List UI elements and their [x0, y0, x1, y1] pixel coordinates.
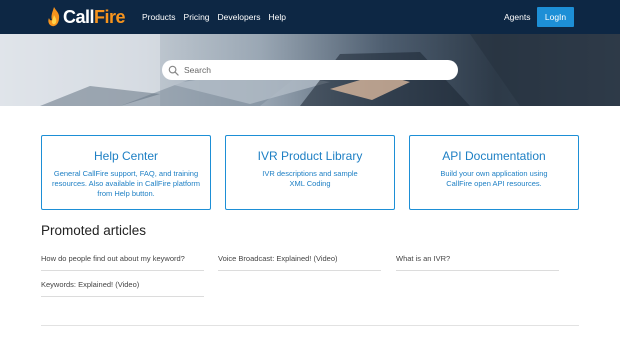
search-icon — [168, 65, 179, 76]
card-help-center[interactable]: Help Center General CallFire support, FA… — [41, 135, 211, 210]
card-api-documentation[interactable]: API Documentation Build your own applica… — [409, 135, 579, 210]
search-box — [162, 60, 458, 80]
nav-help[interactable]: Help — [269, 12, 286, 22]
nav-pricing[interactable]: Pricing — [184, 12, 210, 22]
logo-prefix: Call — [63, 6, 95, 27]
promoted-article-link[interactable]: Voice Broadcast: Explained! (Video) — [218, 253, 381, 271]
logo-wordmark: CallFire — [63, 6, 126, 28]
card-title: IVR Product Library — [257, 149, 363, 163]
card-title: API Documentation — [442, 149, 546, 163]
card-ivr-product-library[interactable]: IVR Product Library IVR descriptions and… — [225, 135, 395, 210]
card-description: IVR descriptions and sample XML Coding — [262, 169, 358, 188]
agents-link[interactable]: Agents — [504, 0, 530, 34]
promoted-article-link[interactable]: Keywords: Explained! (Video) — [41, 279, 204, 297]
main-nav: Products Pricing Developers Help — [142, 0, 294, 34]
promoted-articles-heading: Promoted articles — [41, 223, 147, 238]
promoted-article-link[interactable]: How do people find out about my keyword? — [41, 253, 204, 271]
callfire-logo[interactable]: CallFire — [46, 4, 126, 30]
card-description: General CallFire support, FAQ, and train… — [52, 169, 200, 198]
flame-icon — [48, 7, 60, 27]
section-divider — [41, 325, 579, 326]
card-description: Build your own application using CallFir… — [440, 169, 548, 188]
promoted-article-link[interactable]: What is an IVR? — [396, 253, 559, 271]
nav-products[interactable]: Products — [142, 12, 176, 22]
login-button[interactable]: LogIn — [537, 7, 574, 27]
search-input[interactable] — [184, 61, 454, 79]
top-navbar: CallFire Products Pricing Developers Hel… — [0, 0, 620, 34]
logo-suffix: Fire — [94, 6, 126, 27]
nav-developers[interactable]: Developers — [218, 12, 261, 22]
hero-banner — [0, 34, 620, 106]
card-title: Help Center — [93, 149, 159, 163]
